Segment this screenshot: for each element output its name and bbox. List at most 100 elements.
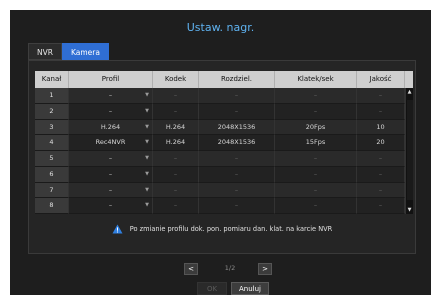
- dialog-title: Ustaw. nagr.: [186, 21, 255, 34]
- next-page-button[interactable]: >: [258, 263, 272, 275]
- cell-kodek-text: –: [173, 185, 178, 194]
- chevron-down-icon[interactable]: ▼: [145, 88, 149, 104]
- cell-jakosc: –: [357, 198, 405, 214]
- table-row[interactable]: 7– ▼ – – – –: [35, 182, 413, 199]
- chevron-down-icon[interactable]: ▼: [145, 135, 149, 151]
- cell-klatek-text: –: [313, 91, 318, 99]
- tab-nvr[interactable]: NVR: [28, 43, 62, 60]
- cell-jakosc: 10: [357, 119, 405, 136]
- profile-select-text: –: [108, 106, 113, 115]
- cell-jakosc: –: [357, 182, 405, 199]
- cell-rozdziel: 2048X1536: [199, 135, 275, 151]
- cell-kodek-text: –: [173, 201, 178, 210]
- cell-klatek-text: 15Fps: [305, 138, 326, 147]
- profile-select-text: –: [108, 169, 113, 178]
- scroll-down-icon[interactable]: ▼: [406, 207, 413, 213]
- cell-rozdziel: –: [199, 166, 275, 183]
- cell-rozdziel: –: [199, 151, 275, 167]
- cell-kanal: 3: [35, 119, 69, 136]
- cell-rozdziel: 2048X1536: [199, 119, 275, 136]
- cell-klatek: –: [275, 166, 357, 183]
- chevron-down-icon[interactable]: ▼: [145, 183, 149, 199]
- profile-select-text: H.264: [100, 122, 121, 131]
- cell-kanal-text: 1: [49, 91, 54, 99]
- scroll-up-icon[interactable]: ▲: [406, 89, 413, 95]
- cell-klatek-text: –: [313, 154, 318, 162]
- cell-jakosc-text: 20: [376, 138, 385, 147]
- profile-select-text: –: [108, 185, 113, 194]
- chevron-down-icon[interactable]: ▼: [145, 151, 149, 167]
- cell-kodek-text: –: [173, 91, 178, 99]
- table-row[interactable]: 6– ▼ – – – –: [35, 166, 413, 183]
- chevron-down-icon[interactable]: ▼: [145, 120, 149, 136]
- table-body: 1– ▼ – – – –2– ▼ – – – –3 H.264 ▼ H.264 2048X1536 20Fps…: [35, 88, 413, 214]
- cell-jakosc-text: –: [378, 201, 383, 210]
- cell-klatek: 20Fps: [275, 119, 357, 136]
- profile-select-text: –: [108, 154, 113, 162]
- ok-button[interactable]: OK: [197, 282, 227, 295]
- scroll-thumb[interactable]: [407, 100, 413, 200]
- page-indicator: 1/2: [224, 264, 236, 272]
- cell-kanal: 4: [35, 135, 69, 151]
- table-scrollbar[interactable]: ▲ ▼: [405, 88, 413, 214]
- cell-kanal: 6: [35, 166, 69, 183]
- table-row[interactable]: 4 Rec4NVR ▼ H.264 2048X1536 15Fps 20: [35, 135, 413, 151]
- cell-jakosc-text: –: [378, 169, 383, 178]
- cell-kanal: 2: [35, 103, 69, 120]
- cell-jakosc: –: [357, 166, 405, 183]
- cell-klatek-text: –: [313, 106, 318, 115]
- cancel-button[interactable]: Anuluj: [231, 282, 269, 295]
- tab-kamera[interactable]: Kamera: [61, 43, 109, 60]
- cell-kanal: 5: [35, 151, 69, 167]
- chevron-down-icon[interactable]: ▼: [145, 104, 149, 120]
- table-row[interactable]: 1– ▼ – – – –: [35, 88, 413, 104]
- cell-jakosc-text: –: [378, 91, 383, 99]
- cell-jakosc-text: –: [378, 154, 383, 162]
- profile-select[interactable]: – ▼: [69, 198, 153, 214]
- cell-klatek: –: [275, 198, 357, 214]
- profile-select[interactable]: – ▼: [69, 103, 153, 120]
- table-header: Kanał Profil Kodek Rozdziel. Klatek/sek …: [35, 71, 413, 88]
- cell-kanal: 8: [35, 198, 69, 214]
- profile-select[interactable]: – ▼: [69, 166, 153, 183]
- cell-klatek: 15Fps: [275, 135, 357, 151]
- cell-klatek: –: [275, 88, 357, 104]
- table-row[interactable]: 5– ▼ – – – –: [35, 151, 413, 167]
- profile-select[interactable]: – ▼: [69, 151, 153, 167]
- cell-kodek: H.264: [153, 119, 199, 136]
- cell-kanal-text: 6: [49, 169, 54, 178]
- chevron-down-icon[interactable]: ▼: [145, 167, 149, 183]
- cell-jakosc: –: [357, 151, 405, 167]
- chevron-down-icon[interactable]: ▼: [145, 198, 149, 214]
- cell-kodek-text: –: [173, 169, 178, 178]
- cell-rozdziel: –: [199, 182, 275, 199]
- cell-rozdziel: –: [199, 103, 275, 120]
- cell-rozdziel: –: [199, 198, 275, 214]
- cell-rozdziel-text: –: [234, 185, 239, 194]
- cell-kanal-text: 2: [49, 106, 54, 115]
- cell-kanal-text: 3: [49, 122, 54, 131]
- cell-kodek: –: [153, 88, 199, 104]
- profile-select[interactable]: H.264 ▼: [69, 119, 153, 136]
- cell-rozdziel-text: 2048X1536: [217, 138, 256, 147]
- table-row[interactable]: 2– ▼ – – – –: [35, 103, 413, 120]
- cell-kodek-text: H.264: [165, 138, 186, 147]
- profile-notice: Po zmianie profilu dok. pon. pomiaru dan…: [29, 224, 415, 234]
- profile-select[interactable]: Rec4NVR ▼: [69, 135, 153, 151]
- header-kanal: Kanał: [35, 71, 69, 88]
- cell-rozdziel-text: –: [234, 169, 239, 178]
- prev-page-button[interactable]: <: [184, 263, 198, 275]
- table-row[interactable]: 8– ▼ – – – –: [35, 198, 413, 214]
- profile-select[interactable]: – ▼: [69, 182, 153, 199]
- cell-kodek-text: H.264: [165, 122, 186, 131]
- cell-kodek: –: [153, 166, 199, 183]
- profile-select-text: –: [108, 91, 113, 99]
- cell-rozdziel-text: –: [234, 91, 239, 99]
- profile-select-text: –: [108, 201, 113, 210]
- cell-kanal-text: 5: [49, 154, 54, 162]
- table-row[interactable]: 3 H.264 ▼ H.264 2048X1536 20Fps 10: [35, 119, 413, 136]
- profile-select[interactable]: – ▼: [69, 88, 153, 104]
- cell-rozdziel-text: –: [234, 106, 239, 115]
- cell-kodek: H.264: [153, 135, 199, 151]
- cell-klatek-text: –: [313, 169, 318, 178]
